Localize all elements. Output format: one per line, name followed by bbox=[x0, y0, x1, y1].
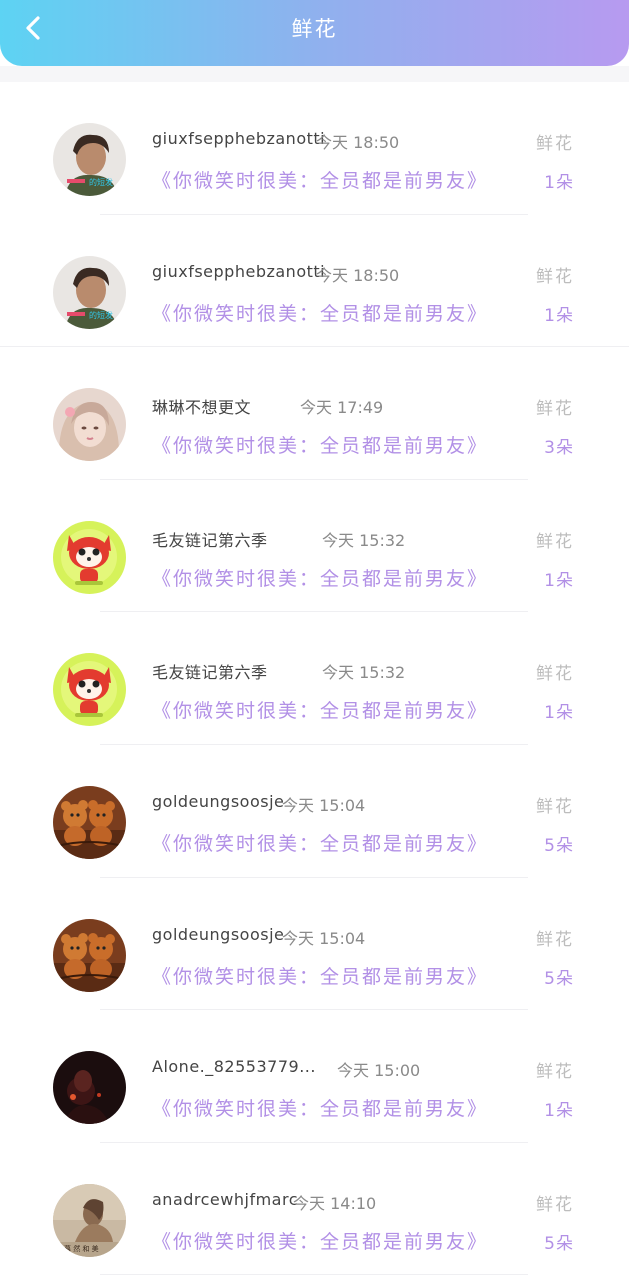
timestamp: 今天 15:32 bbox=[322, 663, 406, 683]
book-title-link[interactable]: 《你微笑时很美：全员都是前男友》 bbox=[152, 299, 488, 326]
avatar[interactable] bbox=[53, 1051, 126, 1125]
user-name[interactable]: 毛友链记第六季 bbox=[152, 527, 268, 551]
gift-record-row[interactable]: 的短发 giuxfsepphebzanotti 今天 18:50 《你微笑时很美：全员… bbox=[0, 215, 629, 348]
gift-record-row[interactable]: 毛友链记第六季 今天 15:32 《你微笑时很美：全员都是前男友》 鲜花 1朵 bbox=[0, 612, 629, 745]
timestamp: 今天 18:50 bbox=[316, 133, 400, 152]
gift-record-row[interactable]: 暮 然 和 美 anadrcewhjfmarc 今天 14:10 《你微笑时很美：全员… bbox=[0, 1143, 629, 1276]
avatar[interactable] bbox=[53, 785, 126, 859]
user-name[interactable]: anadrcewhjfmarc bbox=[152, 1190, 298, 1209]
gift-type-label: 鲜花 bbox=[536, 266, 574, 287]
gift-record-row[interactable]: 琳琳不想更文 今天 17:49 《你微笑时很美：全员都是前男友》 鲜花 3朵 bbox=[0, 347, 629, 480]
gift-type-label: 鲜花 bbox=[536, 796, 574, 817]
gift-count: 5朵 bbox=[544, 835, 574, 856]
gift-type-label: 鲜花 bbox=[536, 1062, 574, 1083]
book-title-link[interactable]: 《你微笑时很美：全员都是前男友》 bbox=[152, 696, 488, 723]
gift-record-row[interactable]: 的短发 giuxfsepphebzanotti 今天 18:50 《你微笑时很美：全员… bbox=[0, 82, 629, 215]
user-name[interactable]: Alone._82553779... bbox=[152, 1057, 316, 1076]
gift-count: 5朵 bbox=[544, 1233, 574, 1254]
header-bar: 鲜花 bbox=[0, 0, 629, 66]
gift-record-row[interactable]: 毛友链记第六季 今天 15:32 《你微笑时很美：全员都是前男友》 鲜花 1朵 bbox=[0, 480, 629, 613]
header-shadow bbox=[0, 66, 629, 82]
gift-record-row[interactable]: Alone._82553779... 今天 15:00 《你微笑时很美：全员都是前男… bbox=[0, 1010, 629, 1143]
avatar[interactable] bbox=[53, 520, 126, 594]
user-name[interactable]: giuxfsepphebzanotti bbox=[152, 129, 325, 148]
user-name[interactable]: 毛友链记第六季 bbox=[152, 659, 268, 683]
timestamp: 今天 15:32 bbox=[322, 530, 406, 550]
gift-type-label: 鲜花 bbox=[536, 664, 574, 685]
book-title-link[interactable]: 《你微笑时很美：全员都是前男友》 bbox=[152, 1227, 488, 1254]
gift-type-label: 鲜花 bbox=[536, 531, 574, 552]
avatar[interactable]: 的短发 bbox=[53, 123, 126, 196]
gift-record-row[interactable]: goldeungsoosje 今天 15:04 《你微笑时很美：全员都是前男友》 鲜花… bbox=[0, 745, 629, 878]
book-title-link[interactable]: 《你微笑时很美：全员都是前男友》 bbox=[152, 829, 488, 856]
user-name[interactable]: goldeungsoosje bbox=[152, 925, 284, 944]
page-title: 鲜花 bbox=[291, 17, 338, 41]
book-title-link[interactable]: 《你微笑时很美：全员都是前男友》 bbox=[152, 1094, 488, 1121]
svg-text:的短发: 的短发 bbox=[89, 310, 113, 320]
gift-type-label: 鲜花 bbox=[536, 1194, 574, 1215]
gift-type-label: 鲜花 bbox=[536, 134, 574, 154]
timestamp: 今天 14:10 bbox=[293, 1193, 377, 1213]
avatar[interactable] bbox=[53, 918, 126, 992]
gift-count: 1朵 bbox=[544, 703, 574, 724]
gift-count: 3朵 bbox=[544, 438, 574, 459]
chevron-left-icon bbox=[26, 16, 40, 40]
gift-count: 1朵 bbox=[544, 1101, 574, 1122]
gift-record-list[interactable]: 的短发 giuxfsepphebzanotti 今天 18:50 《你微笑时很美：全员… bbox=[0, 82, 629, 1275]
svg-text:的短发: 的短发 bbox=[89, 177, 113, 187]
gift-count: 1朵 bbox=[544, 570, 574, 591]
avatar[interactable] bbox=[53, 653, 126, 727]
book-title-link[interactable]: 《你微笑时很美：全员都是前男友》 bbox=[152, 564, 488, 591]
gift-count: 1朵 bbox=[544, 173, 574, 193]
gift-count: 5朵 bbox=[544, 968, 574, 989]
gift-type-label: 鲜花 bbox=[536, 399, 574, 420]
timestamp: 今天 15:04 bbox=[282, 795, 366, 815]
timestamp: 今天 17:49 bbox=[300, 398, 384, 418]
user-name[interactable]: 琳琳不想更文 bbox=[152, 394, 251, 418]
book-title-link[interactable]: 《你微笑时很美：全员都是前男友》 bbox=[152, 166, 488, 193]
timestamp: 今天 15:04 bbox=[282, 928, 366, 948]
avatar[interactable]: 的短发 bbox=[53, 255, 126, 329]
book-title-link[interactable]: 《你微笑时很美：全员都是前男友》 bbox=[152, 962, 488, 989]
avatar[interactable]: 暮 然 和 美 bbox=[53, 1183, 126, 1257]
gift-count: 1朵 bbox=[544, 305, 574, 326]
gift-type-label: 鲜花 bbox=[536, 929, 574, 950]
avatar[interactable] bbox=[53, 388, 126, 462]
svg-text:暮 然 和 美: 暮 然 和 美 bbox=[64, 1244, 99, 1253]
user-name[interactable]: goldeungsoosje bbox=[152, 792, 284, 811]
gift-record-row[interactable]: goldeungsoosje 今天 15:04 《你微笑时很美：全员都是前男友》 鲜花… bbox=[0, 878, 629, 1011]
book-title-link[interactable]: 《你微笑时很美：全员都是前男友》 bbox=[152, 431, 488, 458]
timestamp: 今天 18:50 bbox=[316, 265, 400, 285]
timestamp: 今天 15:00 bbox=[337, 1061, 421, 1081]
back-button[interactable] bbox=[18, 12, 50, 44]
user-name[interactable]: giuxfsepphebzanotti bbox=[152, 262, 325, 281]
